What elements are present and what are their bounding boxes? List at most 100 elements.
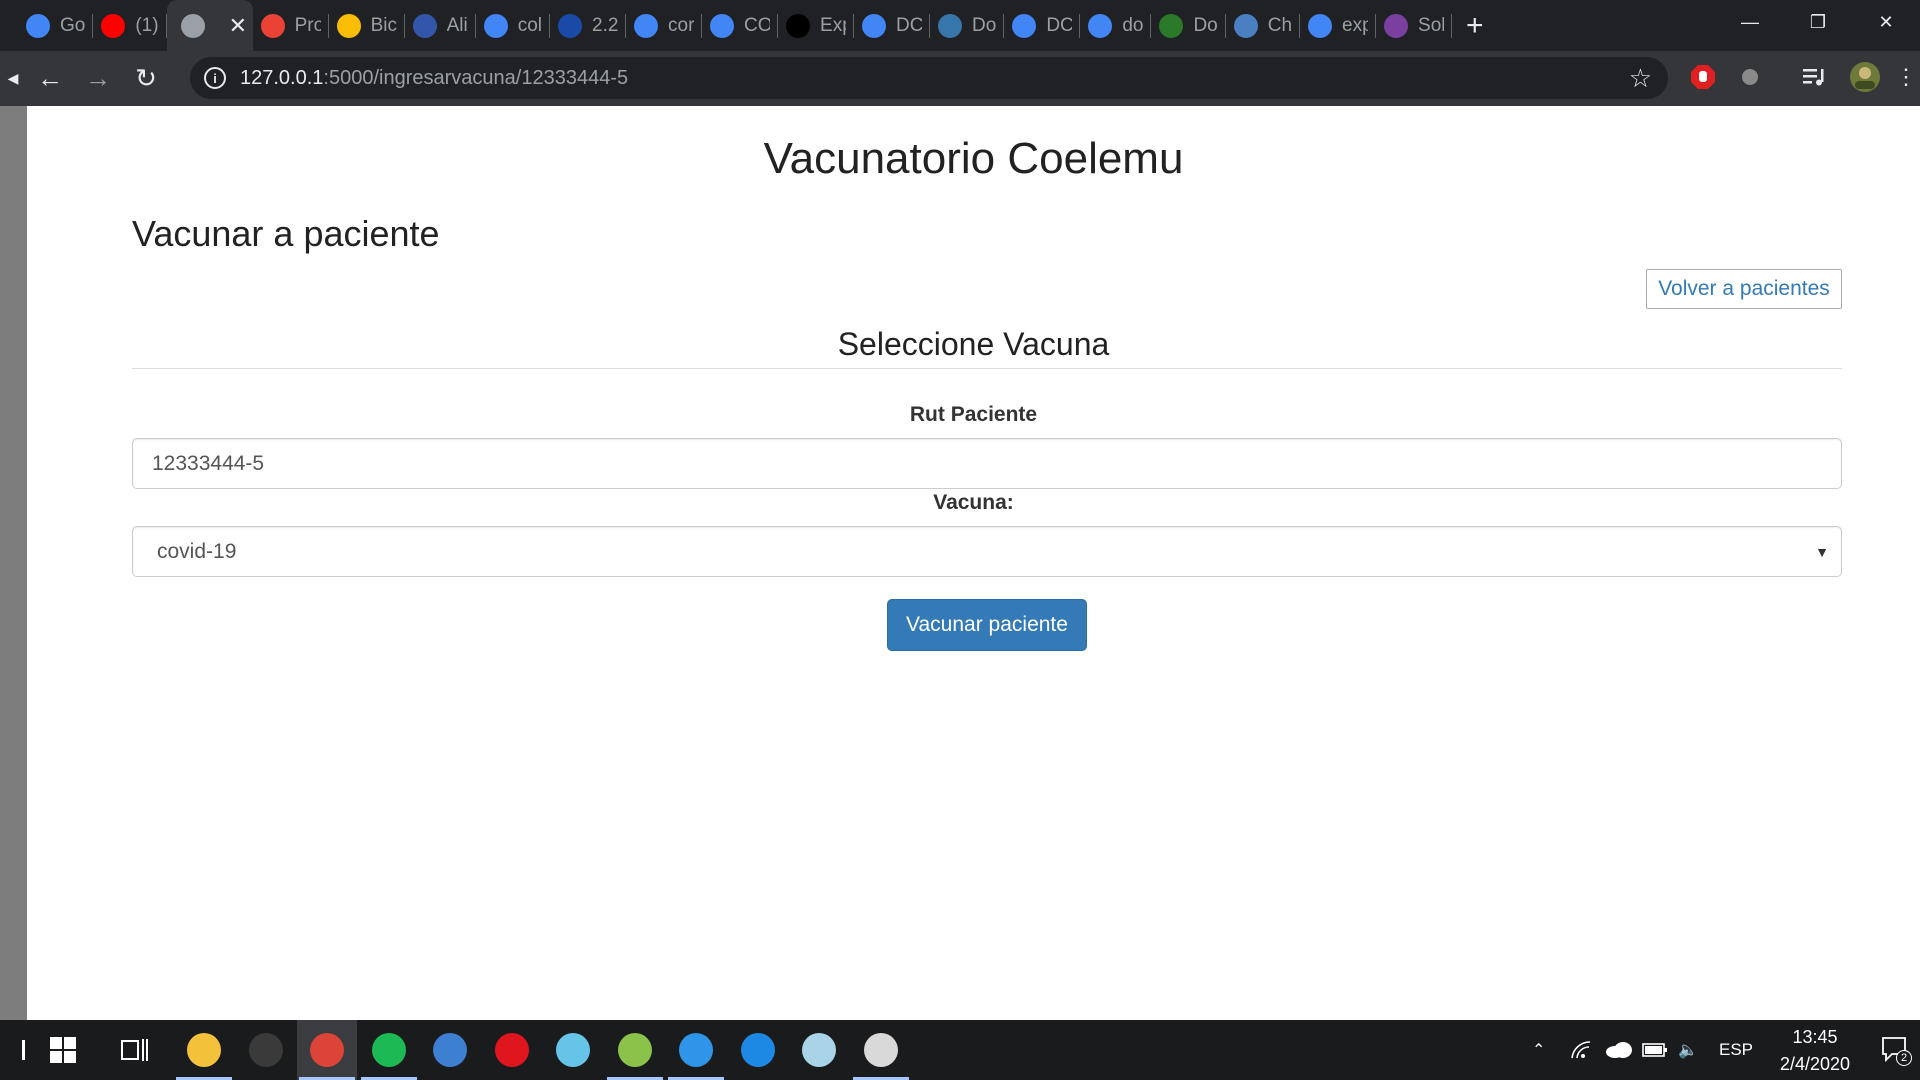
- action-center-icon[interactable]: 2: [1880, 1034, 1912, 1066]
- left-gutter: [0, 106, 27, 1020]
- rut-input[interactable]: 12333444-5: [132, 438, 1842, 489]
- browser-tab[interactable]: ✕: [166, 0, 253, 51]
- browser-tab[interactable]: do: [1080, 0, 1152, 51]
- onedrive-cloud-icon[interactable]: [1605, 1020, 1633, 1080]
- browser-tab[interactable]: Ch: [1226, 0, 1301, 51]
- windows-taskbar: ⌃ 🔈 ESP 13:45 2/4/2020 2: [0, 1020, 1920, 1080]
- app-glyph: [310, 1033, 344, 1067]
- media-queue-icon[interactable]: [1798, 60, 1832, 94]
- show-hidden-icons[interactable]: ⌃: [1532, 1020, 1545, 1080]
- google-icon: [1308, 13, 1333, 38]
- spotify-icon[interactable]: [359, 1020, 419, 1080]
- tab-title: Do: [1193, 14, 1218, 36]
- app-glyph: [371, 1033, 406, 1067]
- tab-title: (1): [135, 14, 159, 36]
- google-icon: [1088, 13, 1113, 38]
- vacuna-selected-value: covid-19: [157, 539, 237, 563]
- hs-app-icon[interactable]: [605, 1020, 665, 1080]
- google-icon: [26, 13, 50, 38]
- tab-title: Do: [972, 14, 997, 36]
- hcc-icon: [412, 13, 437, 38]
- address-bar[interactable]: i 127.0.0.1:5000/ingresarvacuna/12333444…: [190, 57, 1668, 99]
- qbittorrent-icon[interactable]: [420, 1020, 480, 1080]
- wifi-icon[interactable]: [1570, 1020, 1594, 1080]
- rut-label: Rut Paciente: [909, 403, 1038, 426]
- atom-icon[interactable]: [543, 1020, 603, 1080]
- browser-tab[interactable]: DC: [854, 0, 931, 51]
- back-to-patients-button[interactable]: Volver a pacientes: [1646, 269, 1842, 309]
- close-window-icon[interactable]: ✕: [1852, 0, 1920, 44]
- app-glyph: [556, 1033, 590, 1067]
- browser-tab[interactable]: Pro: [253, 0, 329, 51]
- site-title: Vacunatorio Coelemu: [763, 134, 1184, 183]
- browser-tab[interactable]: exp: [1300, 0, 1377, 51]
- rut-input-value: 12333444-5: [152, 451, 265, 475]
- profile-avatar[interactable]: [1848, 60, 1882, 94]
- browser-tab[interactable]: CO: [702, 0, 779, 51]
- edge-icon[interactable]: [728, 1020, 788, 1080]
- tab-title: Ali: [446, 14, 468, 36]
- browser-tab[interactable]: Exp: [778, 0, 855, 51]
- browser-tab[interactable]: 2.2: [550, 0, 627, 51]
- app-glyph: [863, 1033, 898, 1067]
- page-content: Vacunatorio Coelemu Vacunar a paciente V…: [27, 106, 1920, 1020]
- gmail-icon: [260, 13, 285, 38]
- task-view-icon[interactable]: [98, 1020, 172, 1080]
- volume-icon[interactable]: 🔈: [1678, 1020, 1698, 1080]
- bookmark-star-icon[interactable]: ☆: [1629, 63, 1652, 94]
- tab-title: 2.2: [592, 14, 619, 36]
- notion-icon[interactable]: [236, 1020, 296, 1080]
- section-title: Seleccione Vacuna: [837, 326, 1110, 362]
- tab-title: Sol: [1418, 14, 1445, 36]
- language-indicator[interactable]: ESP: [1719, 1020, 1753, 1080]
- browser-tab[interactable]: Do: [930, 0, 1005, 51]
- browser-tab[interactable]: cor: [626, 0, 703, 51]
- minimize-icon[interactable]: —: [1716, 0, 1784, 44]
- tab-scroll-left-icon[interactable]: ◀: [0, 55, 26, 103]
- browser-tab[interactable]: Do: [1151, 0, 1226, 51]
- vscode-icon[interactable]: [666, 1020, 726, 1080]
- extension-circle-icon[interactable]: [1733, 60, 1767, 94]
- browser-tab[interactable]: Go: [18, 0, 94, 51]
- adblock-extension-icon[interactable]: [1686, 60, 1720, 94]
- clock[interactable]: 13:45 2/4/2020: [1760, 1024, 1870, 1078]
- close-tab-icon[interactable]: ✕: [229, 13, 247, 39]
- page-subtitle: Vacunar a paciente: [132, 213, 440, 254]
- page-viewport: Vacunatorio Coelemu Vacunar a paciente V…: [0, 106, 1920, 1020]
- windows-start-icon[interactable]: [28, 1020, 98, 1080]
- back-arrow-icon[interactable]: ←: [26, 55, 74, 103]
- opera-icon[interactable]: [482, 1020, 542, 1080]
- browser-tab[interactable]: Ali: [405, 0, 476, 51]
- browser-tab[interactable]: col: [476, 0, 551, 51]
- tab-title: do: [1122, 14, 1144, 36]
- vaccinate-patient-button[interactable]: Vacunar paciente: [887, 599, 1087, 651]
- browser-tab[interactable]: (1): [93, 0, 167, 51]
- window-controls: — ❐ ✕: [1716, 0, 1920, 44]
- vacuna-select[interactable]: covid-19 ▼: [132, 526, 1842, 577]
- chrome-icon[interactable]: [297, 1020, 357, 1080]
- paint-icon[interactable]: [851, 1020, 911, 1080]
- reload-icon[interactable]: ↻: [122, 55, 170, 103]
- restore-icon[interactable]: ❐: [1784, 0, 1852, 44]
- new-tab-icon[interactable]: +: [1452, 10, 1498, 41]
- site-info-icon[interactable]: i: [204, 67, 226, 89]
- browser-tab[interactable]: Bic: [329, 0, 405, 51]
- battery-icon[interactable]: [1642, 1020, 1668, 1080]
- forward-arrow-icon[interactable]: →: [74, 55, 122, 103]
- tab-title: col: [517, 14, 543, 36]
- python-icon: [938, 13, 963, 38]
- google-drive-icon: [336, 13, 361, 38]
- chrome-menu-icon[interactable]: ⋮: [1895, 60, 1917, 94]
- clock-time: 13:45: [1792, 1027, 1838, 1047]
- file-explorer-icon[interactable]: [174, 1020, 234, 1080]
- tab-title: Exp: [820, 14, 846, 36]
- google-icon: [710, 13, 735, 38]
- chart-icon: [1233, 13, 1258, 38]
- notes-icon[interactable]: [789, 1020, 849, 1080]
- diamond-icon: [558, 13, 583, 38]
- url-path: :5000/ingresarvacuna/12333444-5: [323, 66, 629, 89]
- dropdown-caret-icon: ▼: [1815, 543, 1829, 560]
- browser-tab[interactable]: Sol: [1376, 0, 1453, 51]
- tab-title: Bic: [370, 14, 397, 36]
- browser-tab[interactable]: DC: [1004, 0, 1081, 51]
